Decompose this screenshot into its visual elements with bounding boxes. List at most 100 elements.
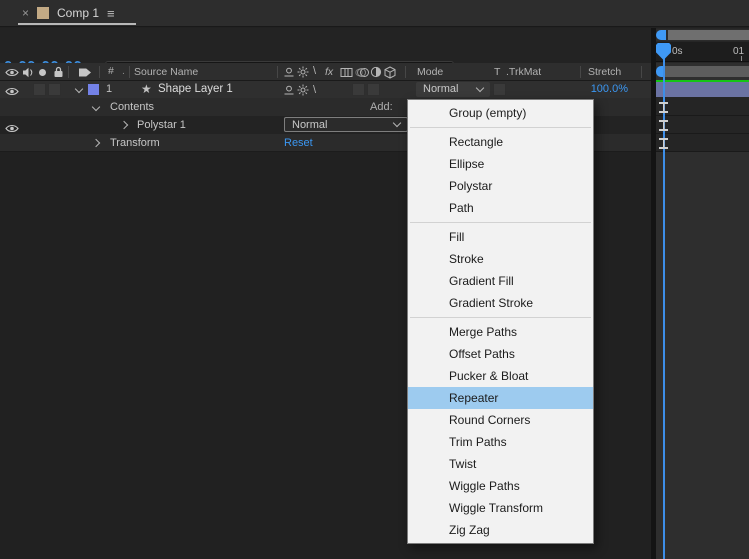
ruler-tick	[741, 56, 742, 61]
adjustment-toggle-cell[interactable]	[352, 83, 365, 96]
shy-icon	[283, 67, 295, 81]
contents-expander-chevron-icon[interactable]	[91, 102, 101, 112]
menu-item-gradient-stroke[interactable]: Gradient Stroke	[408, 292, 593, 314]
layer-duration-bar[interactable]	[656, 82, 749, 97]
transform-reset-link[interactable]: Reset	[284, 134, 313, 152]
column-divider	[129, 66, 130, 78]
layer-quality-toggle-icon[interactable]: \	[313, 82, 316, 99]
chevron-down-icon	[475, 83, 485, 93]
add-label: Add:	[370, 101, 393, 113]
menu-item-fill[interactable]: Fill	[408, 226, 593, 248]
menu-separator	[410, 317, 591, 318]
menu-item-stroke[interactable]: Stroke	[408, 248, 593, 270]
audio-icon[interactable]	[22, 67, 34, 81]
transform-expander-chevron-icon[interactable]	[91, 138, 101, 148]
layer-mode-dropdown[interactable]: Normal	[416, 82, 490, 97]
layer-mode-value: Normal	[423, 83, 459, 95]
menu-item-wiggle-transform[interactable]: Wiggle Transform	[408, 497, 593, 519]
in-out-marker	[659, 138, 668, 149]
solo-icon[interactable]	[39, 69, 46, 76]
label-icon[interactable]	[78, 67, 92, 81]
menu-item-zig-zag[interactable]: Zig Zag	[408, 519, 593, 541]
layer-number: 1	[106, 83, 113, 95]
after-effects-timeline-panel: × Comp 1 ≡ 0;00;00;00 00000 (29.97 fps)	[0, 0, 749, 559]
polystar-blend-mode-value: Normal	[292, 118, 328, 131]
panel-menu-icon[interactable]: ≡	[107, 6, 115, 21]
video-eye-icon[interactable]	[5, 68, 19, 80]
menu-separator	[410, 222, 591, 223]
frame-blending-column-icon	[340, 67, 353, 81]
scrollbar-blue-cap[interactable]	[656, 30, 666, 40]
work-area-bar[interactable]	[665, 66, 749, 77]
collapse-transformations-icon	[297, 66, 309, 81]
column-divider	[277, 66, 278, 78]
layer-label-swatch[interactable]	[88, 84, 99, 95]
scrollbar-thumb[interactable]	[668, 30, 749, 40]
audio-toggle-cell[interactable]	[33, 83, 46, 96]
active-tab-underline	[18, 23, 136, 25]
column-divider	[580, 66, 581, 78]
polystar-blend-mode-dropdown[interactable]: Normal	[284, 117, 408, 132]
track-row-separator	[656, 133, 749, 134]
stretch-column-header: Stretch	[588, 65, 622, 78]
adjustment-layer-icon	[370, 66, 382, 81]
contents-label[interactable]: Contents	[110, 98, 154, 116]
source-name-column-header[interactable]: Source Name	[134, 66, 198, 78]
menu-item-path[interactable]: Path	[408, 197, 593, 219]
ruler-end-label: 01	[733, 46, 745, 57]
mode-column-header: Mode	[417, 65, 444, 78]
trkmat-cell[interactable]	[493, 83, 506, 96]
three-d-layer-icon	[384, 65, 396, 82]
transform-label[interactable]: Transform	[110, 134, 160, 152]
motion-blur-column-icon	[355, 67, 369, 81]
column-dot: .	[122, 65, 125, 77]
in-out-marker	[659, 102, 668, 113]
chevron-down-icon	[392, 118, 402, 128]
layer-name[interactable]: Shape Layer 1	[158, 81, 233, 98]
menu-item-offset-paths[interactable]: Offset Paths	[408, 343, 593, 365]
trkmat-t-column-header: T	[494, 65, 501, 78]
menu-item-pucker-bloat[interactable]: Pucker & Bloat	[408, 365, 593, 387]
column-divider	[68, 66, 69, 78]
effects-icon: fx	[325, 65, 334, 78]
panel-tab-bar: × Comp 1 ≡	[0, 0, 749, 27]
tab-title[interactable]: Comp 1	[57, 6, 99, 20]
stretch-value[interactable]: 100.0%	[560, 81, 628, 98]
column-divider	[99, 66, 100, 78]
quality-icon: \	[313, 65, 317, 77]
property-track-rows	[656, 97, 749, 152]
menu-item-polystar[interactable]: Polystar	[408, 175, 593, 197]
menu-item-group-empty[interactable]: Group (empty)	[408, 102, 593, 124]
layer-expander-chevron-icon[interactable]	[74, 84, 84, 94]
column-divider	[405, 66, 406, 78]
three-d-toggle-cell[interactable]	[367, 83, 380, 96]
ruler-start-label: 0s	[672, 46, 683, 57]
timeline-toolbar-strip: 0;00;00;00 00000 (29.97 fps)	[0, 28, 749, 87]
menu-item-merge-paths[interactable]: Merge Paths	[408, 321, 593, 343]
trkmat-column-header: .TrkMat	[506, 65, 542, 78]
layer-row[interactable]: 1 ★ Shape Layer 1 \ Normal 100.0%	[0, 81, 652, 98]
polystar-label[interactable]: Polystar 1	[137, 116, 186, 134]
shape-layer-star-icon: ★	[141, 82, 152, 96]
menu-item-gradient-fill[interactable]: Gradient Fill	[408, 270, 593, 292]
column-header-row: # . Source Name \ fx Mode T .TrkMat Stre…	[0, 63, 652, 81]
polystar-expander-chevron-icon[interactable]	[119, 120, 129, 130]
menu-item-twist[interactable]: Twist	[408, 453, 593, 475]
menu-item-round-corners[interactable]: Round Corners	[408, 409, 593, 431]
column-divider	[641, 66, 642, 78]
track-row-separator	[656, 115, 749, 116]
add-shape-context-menu: Group (empty) Rectangle Ellipse Polystar…	[407, 99, 594, 544]
lock-icon[interactable]	[53, 66, 64, 81]
close-icon[interactable]: ×	[22, 6, 29, 20]
menu-item-rectangle[interactable]: Rectangle	[408, 131, 593, 153]
menu-item-wiggle-paths[interactable]: Wiggle Paths	[408, 475, 593, 497]
menu-item-repeater[interactable]: Repeater	[408, 387, 593, 409]
menu-item-trim-paths[interactable]: Trim Paths	[408, 431, 593, 453]
solo-toggle-cell[interactable]	[48, 83, 61, 96]
layer-number-column-header: #	[108, 65, 114, 77]
current-time-indicator-line	[663, 58, 665, 559]
in-out-marker	[659, 120, 668, 131]
comp-color-swatch-icon	[37, 7, 50, 19]
menu-item-ellipse[interactable]: Ellipse	[408, 153, 593, 175]
timeline-empty-area	[656, 152, 749, 559]
